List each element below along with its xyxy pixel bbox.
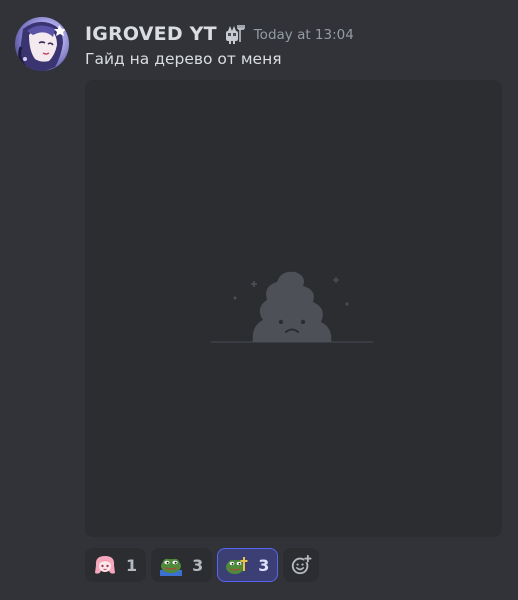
- reactions-bar: 1 3 3: [85, 548, 320, 582]
- robot-farmer-badge-icon[interactable]: [223, 22, 247, 46]
- reaction-pepe-frog[interactable]: 3: [151, 548, 213, 582]
- message-header: IGROVED YT Today at 13:04: [85, 20, 354, 48]
- add-reaction-icon: [292, 554, 312, 575]
- reaction-count: 3: [258, 555, 270, 575]
- reaction-count: 1: [126, 555, 138, 575]
- add-reaction-button[interactable]: [283, 548, 320, 582]
- pepe-frog-emoji: [159, 553, 183, 577]
- user-avatar[interactable]: [15, 17, 69, 71]
- pink-anime-girl-emoji: [93, 553, 117, 577]
- reaction-count: 3: [192, 555, 204, 575]
- reaction-pink-anime-girl[interactable]: 1: [85, 548, 147, 582]
- message-timestamp[interactable]: Today at 13:04: [254, 27, 354, 43]
- chat-message: IGROVED YT Today at 13:04 Гайд на дерево…: [0, 0, 518, 600]
- message-text: Гайд на дерево от меня: [85, 50, 282, 68]
- reaction-pepe-cross[interactable]: 3: [217, 548, 279, 582]
- pepe-cross-emoji: [225, 553, 249, 577]
- image-embed-placeholder[interactable]: [85, 80, 502, 537]
- sad-poop-icon: [211, 271, 373, 343]
- username[interactable]: IGROVED YT: [85, 23, 217, 45]
- anime-avatar-icon: [18, 21, 66, 71]
